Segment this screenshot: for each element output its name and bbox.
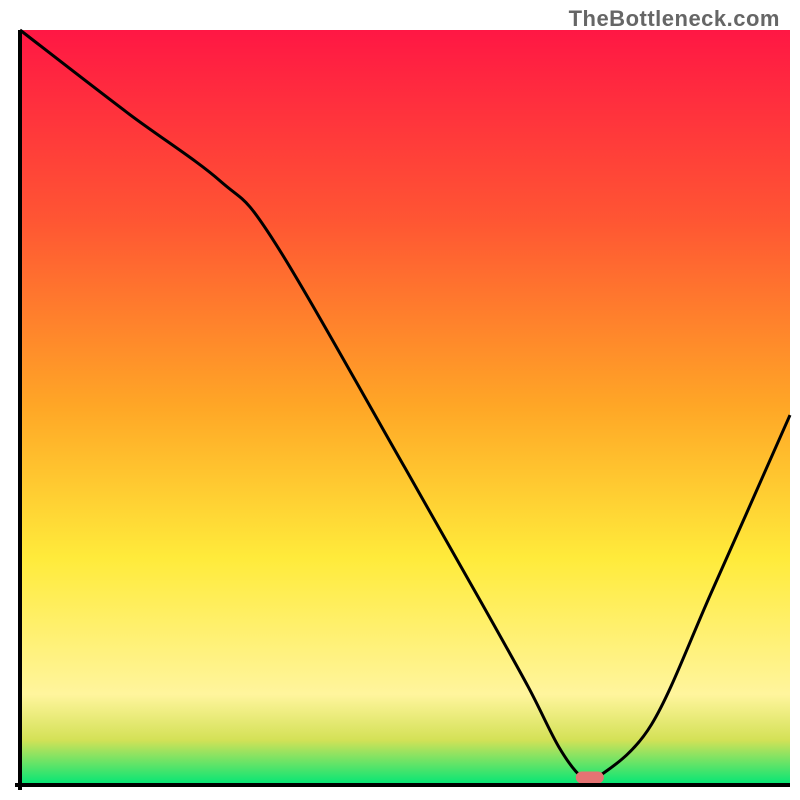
optimum-marker xyxy=(576,771,604,783)
chart-container: TheBottleneck.com xyxy=(0,0,800,800)
bottleneck-chart xyxy=(0,0,800,800)
watermark-text: TheBottleneck.com xyxy=(569,6,780,32)
gradient-background xyxy=(20,30,790,785)
